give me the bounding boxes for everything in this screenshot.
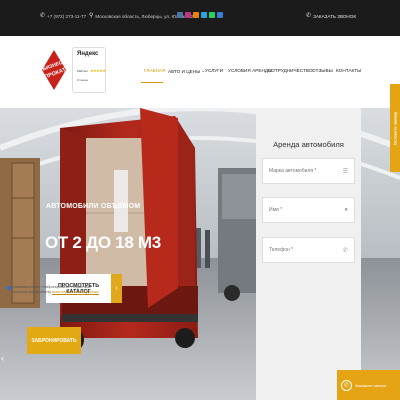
- phone-icon: ✆: [306, 13, 312, 19]
- name-input[interactable]: Имя * ●: [262, 197, 355, 223]
- consent-text: Нажимая кнопку «Забронировать», я даю св…: [13, 285, 99, 295]
- arrow-right-icon: ›: [111, 274, 122, 303]
- hero-subtitle: АВТОМОБИЛИ ОБЪЕМОМ: [46, 203, 141, 210]
- nav-item-label: УСЛУГИ: [205, 68, 224, 73]
- brand-logo[interactable]: БИЗНЕС ПРОКАТ: [40, 48, 68, 92]
- list-icon: ☰: [342, 168, 348, 175]
- hero-title: ОТ 2 ДО 18 М3: [45, 233, 161, 252]
- privacy-link[interactable]: моих персональных данных: [52, 290, 99, 294]
- callback-widget-label: Закажите звонок: [355, 382, 387, 388]
- name-placeholder: Имя *: [269, 207, 283, 213]
- nav-item-3[interactable]: УСЛОВИЯ АРЕНДЫ: [228, 68, 272, 73]
- rating-label: Рейтинг: [77, 68, 89, 73]
- yandex-logo: Яндекс: [77, 51, 99, 57]
- car-model-placeholder: Марка автомобиля *: [269, 168, 317, 174]
- consent-checkbox[interactable]: [7, 286, 11, 290]
- nav-item-label: УСЛОВИЯ АРЕНДЫ: [228, 68, 273, 73]
- nav-item-0[interactable]: ГЛАВНАЯ: [144, 68, 166, 73]
- instagram-icon[interactable]: [185, 12, 191, 18]
- ok-icon[interactable]: [193, 12, 199, 18]
- whatsapp-icon[interactable]: [209, 12, 215, 18]
- nav-item-label: ГЛАВНАЯ: [144, 68, 166, 73]
- telegram-icon[interactable]: [201, 12, 207, 18]
- yandex-rating-badge[interactable]: Яндекс Рейтинг ★★★★★ Отзывы: [72, 47, 106, 93]
- rating-row: Рейтинг ★★★★★: [77, 68, 106, 73]
- callback-link[interactable]: ✆ ЗАКАЗАТЬ ЗВОНОК: [306, 13, 356, 19]
- nav-item-label: СОТРУДНИЧЕСТВО: [268, 68, 313, 73]
- user-icon: ●: [344, 207, 348, 213]
- callback-widget[interactable]: ✆ Закажите звонок: [337, 370, 400, 400]
- callback-text[interactable]: ЗАКАЗАТЬ ЗВОНОК: [313, 14, 356, 19]
- phone-placeholder: Телефон *: [269, 247, 294, 253]
- phone-icon: ✆: [342, 247, 348, 254]
- stars-icon: ★★★★★: [90, 68, 106, 73]
- leave-request-tab[interactable]: Оставить заявку: [390, 84, 400, 172]
- form-title: Аренда автомобиля: [273, 140, 344, 149]
- phone-icon: ✆: [40, 13, 46, 19]
- social-links: [177, 12, 223, 18]
- car-model-select[interactable]: Марка автомобиля * ☰: [262, 158, 355, 184]
- top-phone[interactable]: ✆ +7 (972) 273-11-77: [40, 13, 86, 19]
- nav-item-label: ОТЗЫВЫ: [312, 68, 333, 73]
- phone-icon: ✆: [341, 379, 352, 391]
- slider-prev-arrow[interactable]: ‹: [1, 353, 4, 363]
- consent-row: Нажимая кнопку «Забронировать», я даю св…: [7, 285, 99, 295]
- nav-item-1[interactable]: АВТО И ЦЕНЫ ⌄: [168, 68, 205, 74]
- top-bar: ✆ +7 (972) 273-11-77 ⚲ Московская област…: [0, 0, 400, 36]
- book-button[interactable]: ЗАБРОНИРОВАТЬ: [27, 327, 81, 354]
- phone-input[interactable]: Телефон * ✆: [262, 237, 355, 263]
- nav-item-label: КОНТАКТЫ: [336, 68, 362, 73]
- nav-item-2[interactable]: УСЛУГИ: [205, 68, 223, 73]
- reviews-label: Отзывы: [77, 78, 88, 82]
- vk-icon[interactable]: [177, 12, 183, 18]
- nav-item-4[interactable]: СОТРУДНИЧЕСТВО: [268, 68, 312, 73]
- phone-text[interactable]: +7 (972) 273-11-77: [47, 14, 86, 19]
- nav-item-5[interactable]: ОТЗЫВЫ: [312, 68, 333, 73]
- youtube-icon[interactable]: [217, 12, 223, 18]
- nav-item-6[interactable]: КОНТАКТЫ: [336, 68, 361, 73]
- map-pin-icon: ⚲: [89, 13, 94, 19]
- rental-form: Аренда автомобиля Марка автомобиля * ☰ И…: [256, 108, 361, 400]
- nav-item-label: АВТО И ЦЕНЫ: [168, 68, 201, 74]
- active-nav-underline: [141, 82, 163, 84]
